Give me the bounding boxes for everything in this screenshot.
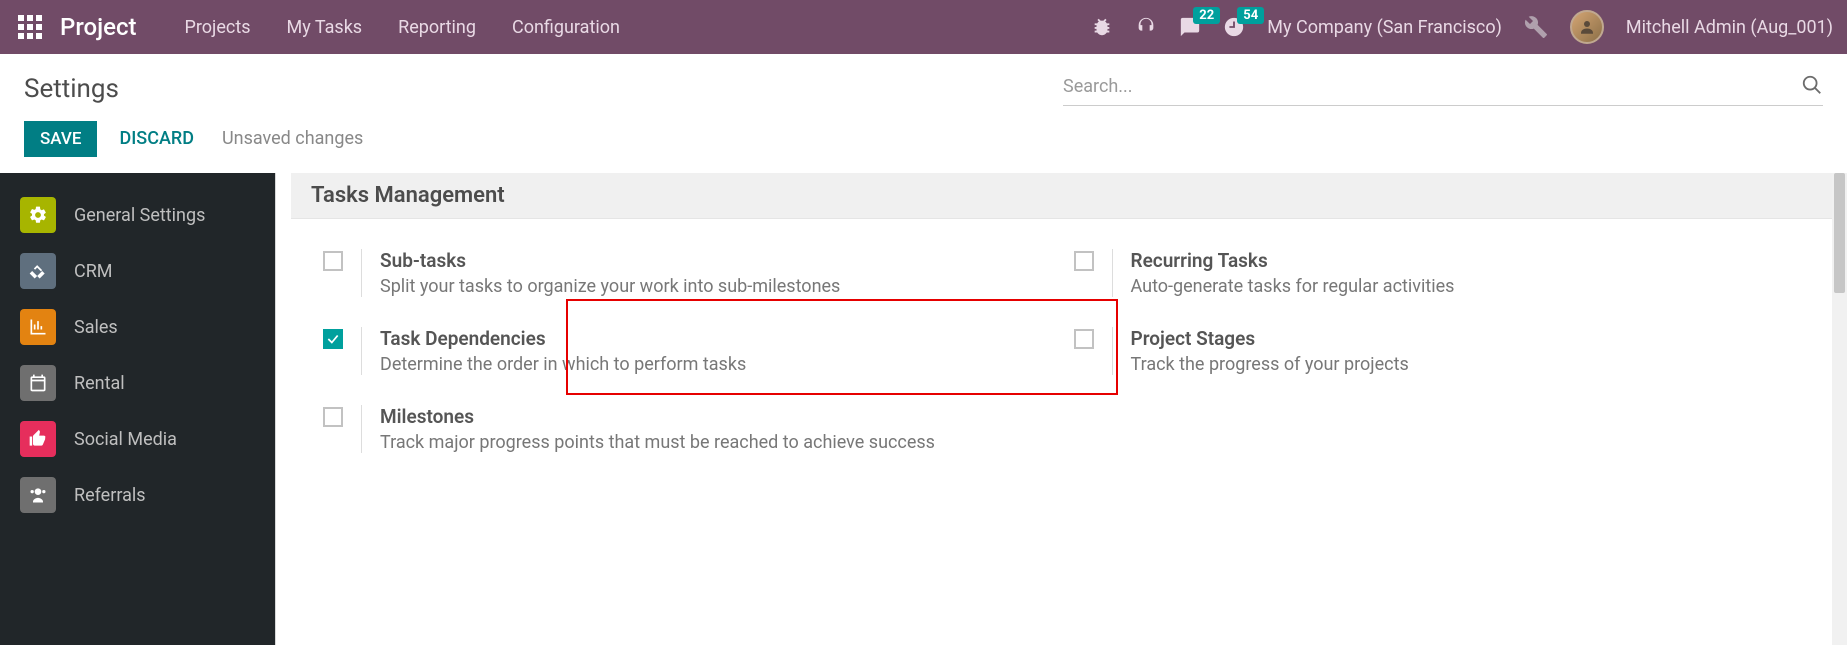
- top-navbar: Project Projects My Tasks Reporting Conf…: [0, 0, 1847, 54]
- navbar-menu: Projects My Tasks Reporting Configuratio…: [167, 9, 638, 46]
- main-content: Tasks Management Sub-tasks Split your ta…: [275, 173, 1847, 645]
- setting-title: Project Stages: [1131, 327, 1783, 350]
- discard-button[interactable]: DISCARD: [111, 120, 202, 157]
- thumbs-up-icon: [20, 421, 56, 457]
- sidebar-item-sales[interactable]: Sales: [0, 299, 275, 355]
- username[interactable]: Mitchell Admin (Aug_001): [1626, 17, 1833, 38]
- setting-title: Milestones: [380, 405, 1032, 428]
- chart-icon: [20, 309, 56, 345]
- sidebar-item-rental[interactable]: Rental: [0, 355, 275, 411]
- settings-sidebar: General Settings CRM Sales Rental Social…: [0, 173, 275, 645]
- sidebar-item-label: Rental: [74, 373, 125, 394]
- checkbox-project-stages[interactable]: [1074, 329, 1094, 349]
- calendar-icon: [20, 365, 56, 401]
- setting-sub-tasks: Sub-tasks Split your tasks to organize y…: [311, 249, 1062, 297]
- gear-icon: [20, 197, 56, 233]
- nav-item-my-tasks[interactable]: My Tasks: [269, 9, 381, 46]
- navbar-right: 22 54 My Company (San Francisco) Mitchel…: [1091, 10, 1833, 44]
- setting-title: Sub-tasks: [380, 249, 1032, 272]
- checkbox-task-dependencies[interactable]: [323, 329, 343, 349]
- setting-title: Task Dependencies: [380, 327, 1032, 350]
- setting-desc: Split your tasks to organize your work i…: [380, 276, 1032, 297]
- support-icon[interactable]: [1135, 16, 1157, 38]
- checkbox-milestones[interactable]: [323, 407, 343, 427]
- developer-tools-icon[interactable]: [1524, 15, 1548, 39]
- setting-project-stages: Project Stages Track the progress of you…: [1062, 327, 1813, 375]
- setting-desc: Track the progress of your projects: [1131, 354, 1783, 375]
- sidebar-item-referrals[interactable]: Referrals: [0, 467, 275, 523]
- setting-desc: Auto-generate tasks for regular activiti…: [1131, 276, 1783, 297]
- sidebar-item-general-settings[interactable]: General Settings: [0, 187, 275, 243]
- search-box[interactable]: [1063, 72, 1823, 106]
- sidebar-item-social-media[interactable]: Social Media: [0, 411, 275, 467]
- settings-grid: Sub-tasks Split your tasks to organize y…: [291, 219, 1832, 483]
- main-scrollbar[interactable]: [1832, 173, 1847, 645]
- sidebar-item-label: Sales: [74, 317, 118, 338]
- checkbox-sub-tasks[interactable]: [323, 251, 343, 271]
- nav-item-reporting[interactable]: Reporting: [380, 9, 494, 46]
- action-bar: SAVE DISCARD Unsaved changes: [0, 114, 1847, 173]
- setting-desc: Determine the order in which to perform …: [380, 354, 1032, 375]
- company-selector[interactable]: My Company (San Francisco): [1267, 17, 1502, 38]
- setting-task-dependencies: Task Dependencies Determine the order in…: [311, 327, 1062, 375]
- nav-item-projects[interactable]: Projects: [167, 9, 269, 46]
- setting-milestones: Milestones Track major progress points t…: [311, 405, 1062, 453]
- sidebar-item-label: Social Media: [74, 429, 177, 450]
- handshake-icon: [20, 253, 56, 289]
- setting-title: Recurring Tasks: [1131, 249, 1783, 272]
- checkbox-recurring-tasks[interactable]: [1074, 251, 1094, 271]
- page-header: Settings: [0, 54, 1847, 114]
- sidebar-item-label: CRM: [74, 261, 113, 282]
- setting-desc: Track major progress points that must be…: [380, 432, 1032, 453]
- people-icon: [20, 477, 56, 513]
- section-header: Tasks Management: [291, 173, 1832, 219]
- nav-item-configuration[interactable]: Configuration: [494, 9, 638, 46]
- avatar[interactable]: [1570, 10, 1604, 44]
- page-title: Settings: [24, 74, 1063, 104]
- activities-badge: 54: [1237, 7, 1264, 24]
- sidebar-item-label: Referrals: [74, 485, 146, 506]
- search-icon[interactable]: [1801, 74, 1823, 100]
- save-button[interactable]: SAVE: [24, 121, 97, 157]
- bug-icon[interactable]: [1091, 16, 1113, 38]
- sidebar-item-label: General Settings: [74, 205, 205, 226]
- setting-recurring-tasks: Recurring Tasks Auto-generate tasks for …: [1062, 249, 1813, 297]
- navbar-brand[interactable]: Project: [60, 13, 137, 41]
- messages-icon[interactable]: 22: [1179, 16, 1201, 38]
- clock-icon[interactable]: 54: [1223, 16, 1245, 38]
- sidebar-item-crm[interactable]: CRM: [0, 243, 275, 299]
- body-wrap: General Settings CRM Sales Rental Social…: [0, 173, 1847, 645]
- messages-badge: 22: [1193, 7, 1220, 24]
- apps-icon[interactable]: [18, 15, 42, 39]
- search-input[interactable]: [1063, 72, 1801, 101]
- unsaved-indicator: Unsaved changes: [222, 128, 363, 149]
